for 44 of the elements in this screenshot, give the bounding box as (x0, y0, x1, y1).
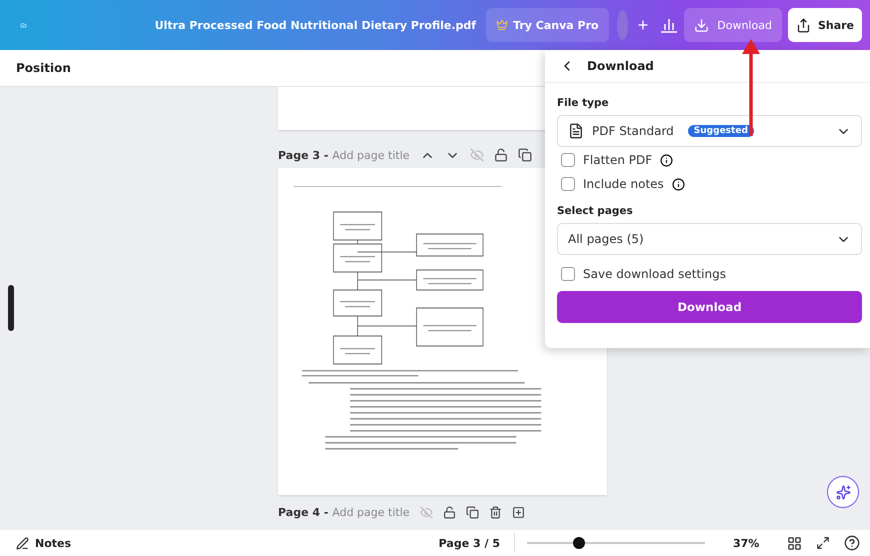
fullscreen-button[interactable] (816, 536, 830, 550)
scroll-handle[interactable] (8, 285, 14, 331)
duplicate-icon[interactable] (518, 148, 532, 162)
download-submit-button[interactable]: Download (557, 291, 862, 323)
trash-icon[interactable] (488, 506, 502, 518)
crown-icon (496, 19, 508, 31)
download-button[interactable]: Download (684, 8, 782, 42)
add-page-icon[interactable] (512, 506, 525, 518)
help-button[interactable] (844, 535, 860, 551)
file-type-label: File type (557, 97, 610, 109)
bar-chart-icon (660, 17, 678, 33)
lock-icon[interactable] (494, 148, 508, 162)
info-icon[interactable] (660, 154, 674, 166)
select-pages-label: Select pages (557, 205, 634, 217)
share-button[interactable]: Share (788, 8, 862, 42)
duplicate-icon[interactable] (466, 506, 479, 518)
option-label: Include notes (583, 177, 664, 191)
download-icon (694, 18, 710, 32)
page-indicator[interactable]: Page 3 / 5 (438, 533, 515, 553)
try-pro-button[interactable]: Try Canva Pro (486, 8, 609, 42)
checkbox[interactable] (561, 153, 575, 167)
position-label[interactable]: Position (16, 61, 71, 75)
page-title[interactable]: Page 3 - Add page title (278, 148, 410, 162)
document-title[interactable]: Ultra Processed Food Nutritional Dietary Profile.pdf (154, 18, 476, 32)
option-label: Flatten PDF (583, 153, 652, 167)
notes-button[interactable]: Notes (16, 536, 72, 550)
slider-thumb[interactable] (572, 537, 585, 549)
checkbox[interactable] (561, 267, 575, 281)
notes-icon (16, 536, 29, 550)
share-icon (796, 18, 811, 32)
zoom-percent[interactable]: 37% (733, 536, 773, 550)
add-button[interactable]: + (632, 14, 654, 36)
file-icon (568, 123, 584, 139)
checkbox[interactable] (561, 177, 575, 191)
panel-title: Download (587, 59, 654, 73)
sparkle-icon (836, 484, 850, 500)
option-label: Save download settings (583, 267, 726, 281)
lock-icon[interactable] (442, 506, 456, 518)
page-title[interactable]: Page 4 - Add page title (278, 506, 410, 518)
file-type-select[interactable]: PDF Standard Suggested (557, 115, 862, 147)
pages-select[interactable]: All pages (5) (557, 223, 862, 255)
info-icon[interactable] (672, 178, 685, 190)
magic-button[interactable] (827, 476, 859, 508)
grid-view-button[interactable] (787, 536, 802, 550)
